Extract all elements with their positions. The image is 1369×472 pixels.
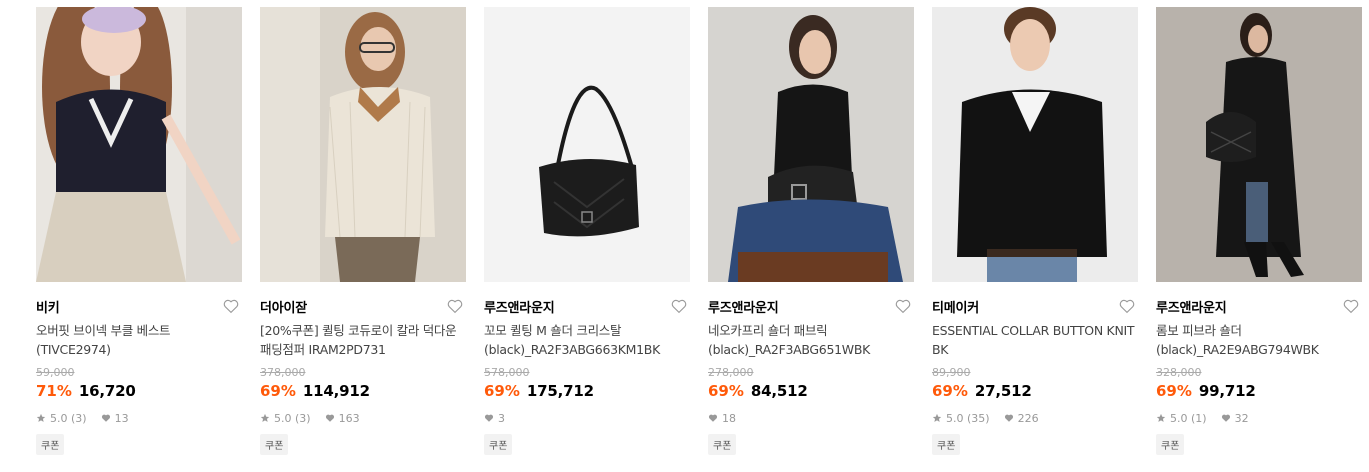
heart-filled-icon: [708, 414, 718, 422]
coupon-badge: 쿠폰: [36, 434, 65, 455]
heart-filled-icon: [325, 414, 334, 422]
product-image[interactable]: [932, 7, 1138, 282]
heart-icon[interactable]: [1342, 297, 1360, 315]
product-image[interactable]: [484, 7, 690, 282]
product-image[interactable]: [1156, 7, 1362, 282]
brand-name[interactable]: 루즈앤라운지: [484, 297, 555, 316]
discount-rate: 71%: [36, 382, 72, 400]
product-card[interactable]: 티메이커 ESSENTIAL COLLAR BUTTON KNIT BK 89,…: [932, 7, 1138, 455]
heart-icon[interactable]: [446, 297, 464, 315]
sale-price: 27,512: [974, 382, 1032, 400]
product-card[interactable]: 더아이잗 [20%쿠폰] 퀼팅 코듀로이 칼라 덕다운 패딩점퍼 IRAM2PD…: [260, 7, 466, 455]
product-image[interactable]: [36, 7, 242, 282]
product-card[interactable]: 루즈앤라운지 꼬모 퀼팅 M 숄더 크리스탈(black)_RA2F3ABG66…: [484, 7, 690, 455]
coupon-badge: 쿠폰: [1156, 434, 1185, 455]
like-count: 32: [1234, 411, 1249, 425]
product-card[interactable]: 루즈앤라운지 롬보 피브라 숄더(black)_RA2E9ABG794WBK 3…: [1156, 7, 1362, 455]
product-meta: 5.0 (1) 32: [1156, 411, 1362, 425]
original-price: 378,000: [260, 366, 306, 379]
product-image[interactable]: [708, 7, 914, 282]
product-title[interactable]: 네오카프리 숄더 패브릭(black)_RA2F3ABG651WBK: [708, 321, 914, 359]
discount-rate: 69%: [1156, 382, 1192, 400]
heart-filled-icon: [484, 414, 494, 422]
star-icon: [36, 413, 46, 422]
product-title[interactable]: 꼬모 퀼팅 M 숄더 크리스탈(black)_RA2F3ABG663KM1BK: [484, 321, 690, 359]
product-card[interactable]: 비키 오버핏 브이넥 부클 베스트 (TIVCE2974) 59,000 71%…: [36, 7, 242, 455]
like-count: 226: [1017, 411, 1039, 425]
coupon-badge: 쿠폰: [932, 434, 961, 455]
sale-price: 99,712: [1198, 382, 1256, 400]
brand-name[interactable]: 티메이커: [932, 297, 979, 316]
discount-rate: 69%: [708, 382, 744, 400]
heart-filled-icon: [101, 414, 110, 422]
coupon-badge: 쿠폰: [260, 434, 289, 455]
original-price: 89,900: [932, 366, 971, 379]
product-grid: 비키 오버핏 브이넥 부클 베스트 (TIVCE2974) 59,000 71%…: [36, 7, 1362, 455]
heart-icon[interactable]: [894, 297, 912, 315]
like-count: 18: [722, 411, 736, 425]
product-meta: 5.0 (3) 163: [260, 411, 466, 425]
like-count: 163: [338, 411, 360, 425]
heart-icon[interactable]: [670, 297, 688, 315]
sale-price: 114,912: [302, 382, 370, 400]
heart-icon[interactable]: [1118, 297, 1136, 315]
original-price: 578,000: [484, 366, 530, 379]
rating-text: 5.0 (1): [1170, 411, 1207, 425]
coupon-badge: 쿠폰: [484, 434, 513, 455]
sale-price: 16,720: [78, 382, 136, 400]
brand-name[interactable]: 루즈앤라운지: [708, 297, 779, 316]
coupon-badge: 쿠폰: [708, 434, 737, 455]
product-image[interactable]: [260, 7, 466, 282]
brand-name[interactable]: 루즈앤라운지: [1156, 297, 1227, 316]
product-title[interactable]: 롬보 피브라 숄더(black)_RA2E9ABG794WBK: [1156, 321, 1362, 359]
original-price: 328,000: [1156, 366, 1202, 379]
heart-filled-icon: [1004, 414, 1013, 422]
rating-text: 5.0 (3): [274, 411, 311, 425]
sale-price: 84,512: [750, 382, 808, 400]
product-title[interactable]: [20%쿠폰] 퀼팅 코듀로이 칼라 덕다운 패딩점퍼 IRAM2PD731: [260, 321, 466, 359]
brand-name[interactable]: 비키: [36, 297, 60, 316]
star-icon: [1156, 413, 1166, 422]
brand-name[interactable]: 더아이잗: [260, 297, 307, 316]
product-meta: 3: [484, 411, 690, 425]
heart-filled-icon: [1221, 414, 1230, 422]
discount-rate: 69%: [932, 382, 968, 400]
star-icon: [932, 413, 942, 422]
discount-rate: 69%: [260, 382, 296, 400]
product-meta: 5.0 (35) 226: [932, 411, 1138, 425]
product-meta: 5.0 (3) 13: [36, 411, 242, 425]
rating-text: 5.0 (3): [50, 411, 87, 425]
heart-icon[interactable]: [222, 297, 240, 315]
sale-price: 175,712: [526, 382, 594, 400]
discount-rate: 69%: [484, 382, 520, 400]
product-meta: 18: [708, 411, 914, 425]
like-count: 3: [498, 411, 505, 425]
original-price: 278,000: [708, 366, 754, 379]
star-icon: [260, 413, 270, 422]
original-price: 59,000: [36, 366, 75, 379]
product-title[interactable]: 오버핏 브이넥 부클 베스트 (TIVCE2974): [36, 321, 242, 359]
product-title[interactable]: ESSENTIAL COLLAR BUTTON KNIT BK: [932, 321, 1138, 359]
product-card[interactable]: 루즈앤라운지 네오카프리 숄더 패브릭(black)_RA2F3ABG651WB…: [708, 7, 914, 455]
rating-text: 5.0 (35): [946, 411, 990, 425]
like-count: 13: [114, 411, 129, 425]
